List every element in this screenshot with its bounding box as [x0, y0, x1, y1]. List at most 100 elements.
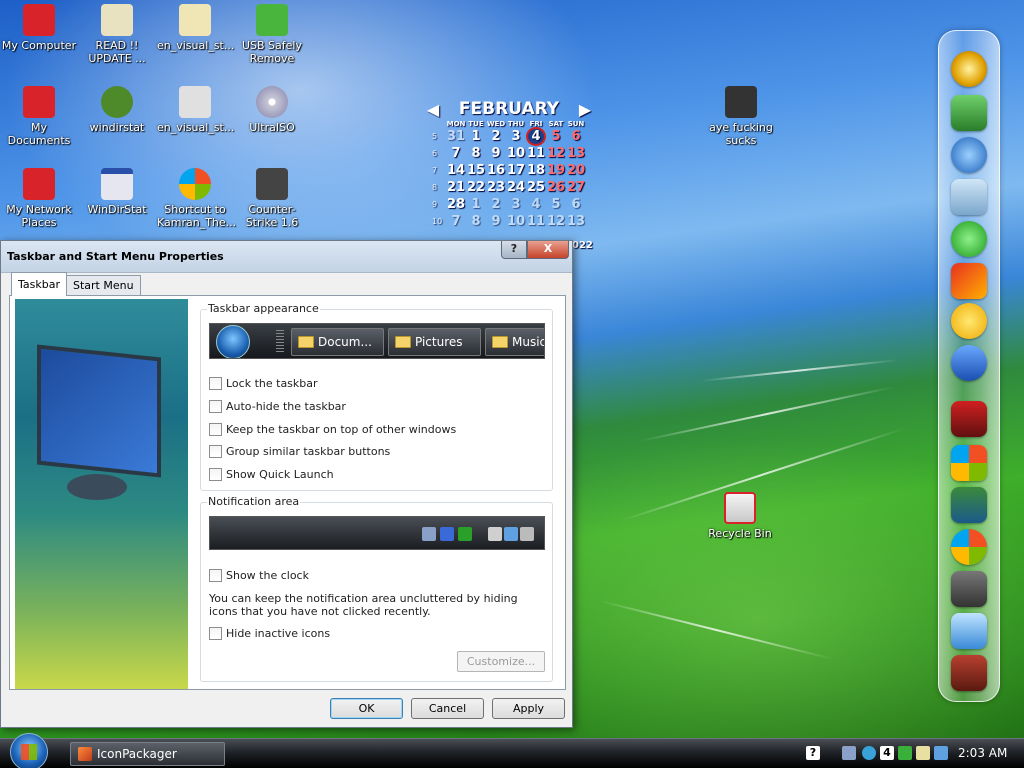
chat-tray-icon[interactable] — [916, 746, 930, 760]
calendar-day[interactable]: 13 — [566, 146, 586, 161]
tab-start-menu[interactable]: Start Menu — [66, 275, 141, 296]
calendar-day[interactable]: 12 — [546, 214, 566, 229]
lock-taskbar-checkbox[interactable]: Lock the taskbar — [209, 377, 318, 390]
monitor-icon[interactable] — [951, 95, 987, 131]
desktop-icon-recycle-bin[interactable]: Recycle Bin — [702, 492, 778, 540]
calendar-day[interactable]: 6 — [566, 197, 586, 212]
calendar-day[interactable]: 19 — [546, 163, 566, 178]
smiley-icon[interactable] — [951, 303, 987, 339]
film-icon[interactable] — [951, 263, 987, 299]
calendar-day-today[interactable]: 4 — [526, 127, 546, 146]
hide-inactive-checkbox[interactable]: Hide inactive icons — [209, 627, 330, 640]
calendar-day[interactable]: 4 — [526, 197, 546, 212]
calendar-day[interactable]: 7 — [446, 146, 466, 161]
quick-launch-checkbox[interactable]: Show Quick Launch — [209, 468, 334, 481]
group-buttons-checkbox[interactable]: Group similar taskbar buttons — [209, 445, 390, 458]
calendar-day[interactable]: 9 — [486, 146, 506, 161]
start-button[interactable] — [10, 733, 48, 768]
calendar-day[interactable]: 13 — [566, 214, 586, 229]
calendar-day[interactable]: 11 — [526, 146, 546, 161]
calendar-day[interactable]: 11 — [526, 214, 546, 229]
ok-button[interactable]: OK — [330, 698, 403, 719]
trash-icon[interactable] — [951, 655, 987, 691]
books-icon[interactable] — [951, 487, 987, 523]
calendar-day[interactable]: 1 — [466, 129, 486, 144]
calendar-day[interactable]: 26 — [546, 180, 566, 195]
checkbox-box[interactable] — [209, 423, 222, 436]
help-button[interactable]: ? — [501, 241, 527, 259]
desktop-icon-windirstat[interactable]: WinDirStat — [79, 168, 155, 216]
desktop-icon-ultraiso[interactable]: UltraISO — [234, 86, 310, 134]
network-connect-icon[interactable] — [951, 613, 987, 649]
badge-tray-icon[interactable]: 4 — [880, 746, 894, 760]
calendar-day[interactable]: 27 — [566, 180, 586, 195]
calendar-day[interactable]: 6 — [566, 129, 586, 144]
tab-taskbar[interactable]: Taskbar — [11, 272, 67, 296]
calendar-day[interactable]: 15 — [466, 163, 486, 178]
calendar-day[interactable]: 2 — [486, 129, 506, 144]
calendar-day[interactable]: 8 — [466, 214, 486, 229]
calendar-day[interactable]: 31 — [446, 129, 466, 144]
calendar-day[interactable]: 22 — [466, 180, 486, 195]
calendar-day[interactable]: 3 — [506, 129, 526, 144]
desktop-icon-network-places[interactable]: My Network Places — [1, 168, 77, 229]
checkbox-box[interactable] — [209, 377, 222, 390]
desktop-icon-shortcut-kamran[interactable]: Shortcut to Kamran_The... — [157, 168, 236, 229]
clock[interactable]: 2:03 AM — [958, 746, 1007, 760]
calendar-day[interactable]: 2 — [486, 197, 506, 212]
desktop-icon-iso[interactable]: en_visual_st... — [157, 4, 234, 52]
show-clock-checkbox[interactable]: Show the clock — [209, 569, 309, 582]
calendar-day[interactable]: 20 — [566, 163, 586, 178]
checkbox-box[interactable] — [209, 468, 222, 481]
calendar-day[interactable]: 12 — [546, 146, 566, 161]
cancel-button[interactable]: Cancel — [411, 698, 484, 719]
desktop-icon-usb-safely-remove[interactable]: USB Safely Remove — [234, 4, 310, 65]
startmenu-orb-icon[interactable] — [951, 51, 987, 87]
desktop-icon-my-computer[interactable]: My Computer — [1, 4, 77, 52]
calendar-day[interactable]: 14 — [446, 163, 466, 178]
security-tray-icon[interactable] — [898, 746, 912, 760]
messenger-tray-icon[interactable] — [862, 746, 876, 760]
calendar-day[interactable]: 5 — [546, 129, 566, 144]
checkbox-box[interactable] — [209, 445, 222, 458]
calendar-day[interactable]: 3 — [506, 197, 526, 212]
calendar-day[interactable]: 21 — [446, 180, 466, 195]
media-player-icon[interactable] — [951, 179, 987, 215]
calendar-day[interactable]: 10 — [506, 214, 526, 229]
messenger-icon[interactable] — [951, 345, 987, 381]
desktop-icon-counter-strike[interactable]: Counter-Strike 1.6 — [234, 168, 310, 229]
checkbox-box[interactable] — [209, 569, 222, 582]
calendar-prev-button[interactable]: ◀ — [426, 100, 440, 119]
taskbar-button-iconpackager[interactable]: IconPackager — [70, 742, 225, 766]
help-tray-icon[interactable]: ? — [806, 746, 820, 760]
calendar-day[interactable]: 23 — [486, 180, 506, 195]
calendar-day[interactable]: 7 — [446, 214, 466, 229]
calendar-day[interactable]: 17 — [506, 163, 526, 178]
globe-icon[interactable] — [951, 137, 987, 173]
checkbox-box[interactable] — [209, 400, 222, 413]
calendar-day[interactable]: 25 — [526, 180, 546, 195]
keep-on-top-checkbox[interactable]: Keep the taskbar on top of other windows — [209, 423, 456, 436]
calendar-day[interactable]: 18 — [526, 163, 546, 178]
close-button[interactable]: X — [527, 241, 569, 259]
calendar-day[interactable]: 28 — [446, 197, 466, 212]
windows-flag-icon[interactable] — [951, 445, 987, 481]
internet-explorer-icon[interactable] — [951, 221, 987, 257]
desktop-icon-iso-2[interactable]: en_visual_st... — [157, 86, 234, 134]
desktop-icon-aye[interactable]: aye fucking sucks — [703, 86, 779, 147]
calendar-day[interactable]: 10 — [506, 146, 526, 161]
laptop-icon[interactable] — [951, 571, 987, 607]
desktop-icon-my-documents[interactable]: My Documents — [1, 86, 77, 147]
calendar-next-button[interactable]: ▶ — [578, 100, 592, 119]
calendar-day[interactable]: 8 — [466, 146, 486, 161]
desktop-icon-windirstat-tree[interactable]: windirstat — [79, 86, 155, 134]
customize-button[interactable]: Customize... — [457, 651, 545, 672]
calendar-day[interactable]: 24 — [506, 180, 526, 195]
network-tray-icon[interactable] — [934, 746, 948, 760]
dialog-titlebar[interactable]: Taskbar and Start Menu Properties ? X — [1, 241, 572, 273]
calendar-day[interactable]: 9 — [486, 214, 506, 229]
desktop-icon-readme[interactable]: READ !! UPDATE ... — [79, 4, 155, 65]
calendar-day[interactable]: 16 — [486, 163, 506, 178]
calendar-day[interactable]: 1 — [466, 197, 486, 212]
windows-update-icon[interactable] — [951, 529, 987, 565]
